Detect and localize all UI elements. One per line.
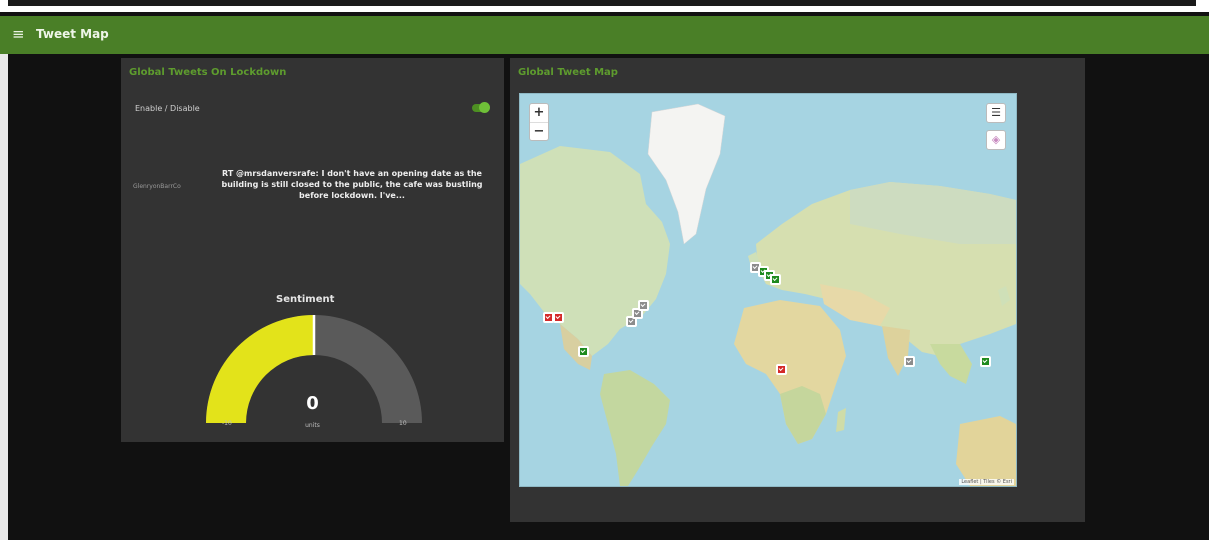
app-title: Tweet Map xyxy=(36,27,109,41)
zoom-in-button[interactable]: + xyxy=(530,104,548,123)
gauge-title: Sentiment xyxy=(276,294,335,305)
tweet-marker[interactable] xyxy=(638,300,649,311)
zoom-out-button[interactable]: − xyxy=(530,123,548,141)
toggle-knob[interactable] xyxy=(479,102,490,113)
gauge-units: units xyxy=(305,422,320,429)
tweet-marker[interactable] xyxy=(553,312,564,323)
tweet-marker[interactable] xyxy=(904,356,915,367)
top-strip xyxy=(0,0,1209,12)
zoom-control: + − xyxy=(529,103,549,141)
left-edge xyxy=(0,54,8,540)
enable-toggle[interactable] xyxy=(472,102,490,113)
sentiment-gauge xyxy=(206,315,422,423)
toggle-label: Enable / Disable xyxy=(135,104,200,113)
layers-icon[interactable]: ☰ xyxy=(986,103,1006,123)
panel-title-tweets: Global Tweets On Lockdown xyxy=(129,67,287,78)
menu-icon[interactable]: ≡ xyxy=(12,24,25,44)
map-attribution: Leaflet | Tiles © Esri xyxy=(959,479,1014,485)
panel-title-map: Global Tweet Map xyxy=(518,67,618,78)
tweet-marker[interactable] xyxy=(980,356,991,367)
map-panel: Global Tweet Map + − ☰ ◈ Leaflet | Tiles… xyxy=(510,58,1085,522)
gauge-value: 0 xyxy=(306,393,319,414)
world-map[interactable]: + − ☰ ◈ Leaflet | Tiles © Esri xyxy=(519,93,1017,487)
tweets-panel: Global Tweets On Lockdown Enable / Disab… xyxy=(121,58,504,442)
stack-icon[interactable]: ◈ xyxy=(986,130,1006,150)
gauge-min: -10 xyxy=(222,420,232,427)
tweet-marker[interactable] xyxy=(578,346,589,357)
app-header: ≡ Tweet Map xyxy=(0,16,1209,54)
tweet-marker[interactable] xyxy=(776,364,787,375)
tweet-text: RT @mrsdanversrafe: I don't have an open… xyxy=(221,169,483,200)
map-land xyxy=(520,103,1016,486)
gauge-max: 10 xyxy=(399,420,407,427)
tweet-user: GlenryonBarrCo xyxy=(133,183,181,190)
tweet-marker[interactable] xyxy=(770,274,781,285)
